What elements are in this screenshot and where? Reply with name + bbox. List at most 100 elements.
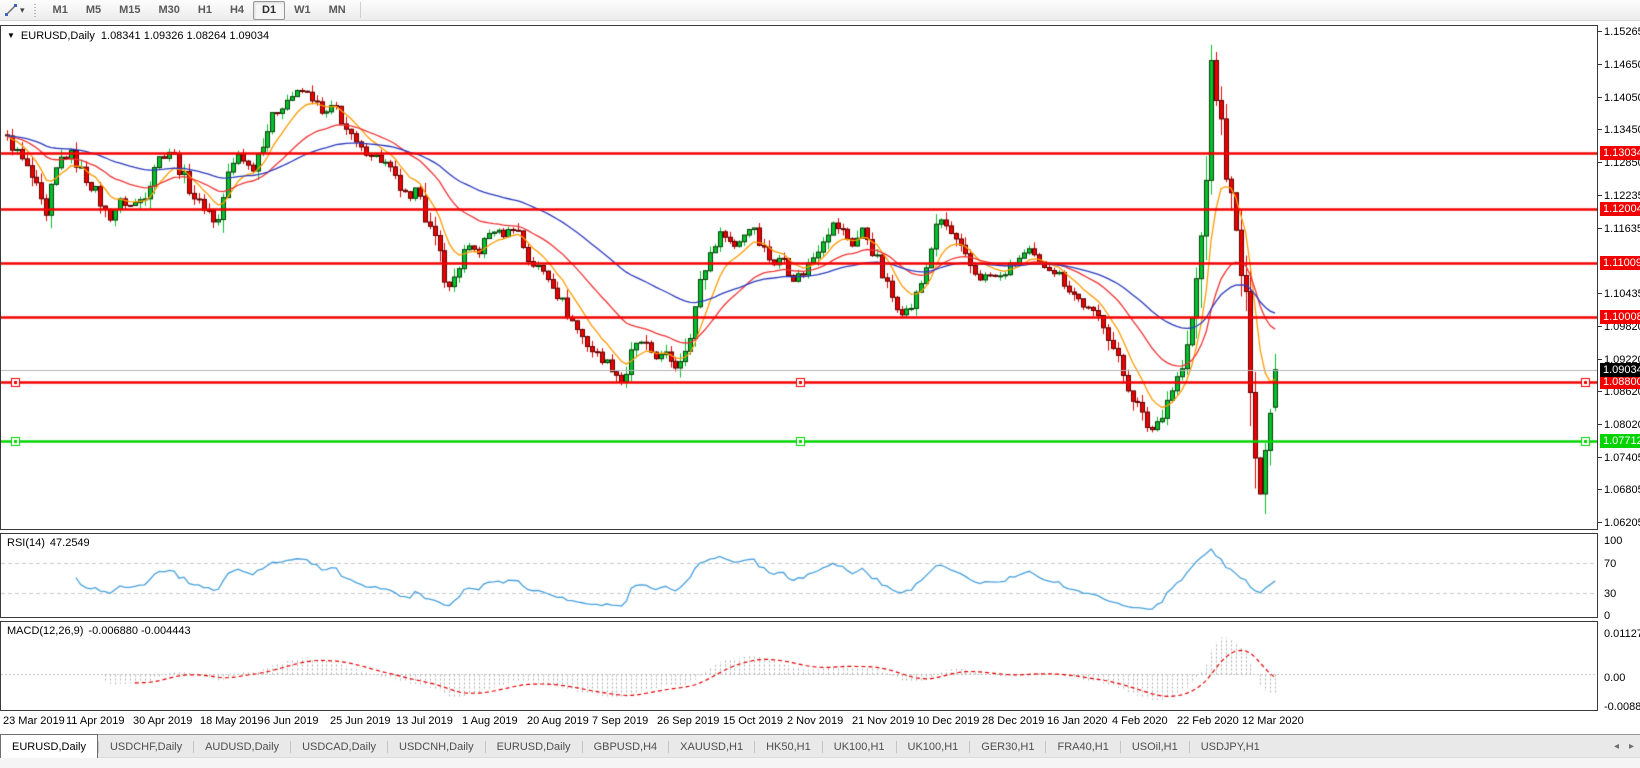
chart-tab-audusd-daily[interactable]: AUDUSD,Daily <box>194 735 290 758</box>
date-axis-label: 18 May 2019 <box>200 715 264 727</box>
trendline-tool-icon <box>4 3 18 17</box>
collapse-triangle-icon: ▼ <box>7 31 15 40</box>
rsi-axis-label: 30 <box>1604 588 1616 601</box>
timeframe-button-row: M1M5M15M30H1H4D1W1MN <box>44 0 355 20</box>
price-axis-tick <box>1598 326 1602 327</box>
timeframe-button-h1[interactable]: H1 <box>189 1 221 20</box>
date-axis-label: 21 Nov 2019 <box>852 715 914 727</box>
date-axis-label: 25 Jun 2019 <box>330 715 391 727</box>
hline-price-badge: 1.12004 <box>1600 202 1640 216</box>
chart-tab-usdcad-daily[interactable]: USDCAD,Daily <box>291 735 387 758</box>
price-axis-label: 1.14050 <box>1604 92 1640 105</box>
timeframe-button-w1[interactable]: W1 <box>285 1 320 20</box>
price-axis-label: 1.06205 <box>1604 517 1640 530</box>
date-axis[interactable]: 23 Mar 201911 Apr 2019 30 Apr 2019 18 May … <box>0 711 1598 734</box>
timeframe-button-m1[interactable]: M1 <box>44 1 77 20</box>
price-axis-tick <box>1598 228 1602 229</box>
date-axis-label: 1 Aug 2019 <box>462 715 518 727</box>
price-axis-tick <box>1598 162 1602 163</box>
price-axis-tick <box>1598 97 1602 98</box>
macd-values: -0.006880 -0.004443 <box>88 625 190 637</box>
price-axis-label: 1.10435 <box>1604 288 1640 301</box>
date-axis-label: 23 Mar 2019 <box>3 715 65 727</box>
date-axis-label: 11 Apr 2019 <box>66 715 125 727</box>
date-axis-label: 20 Aug 2019 <box>527 715 589 727</box>
hline-price-badge: 1.10008 <box>1600 310 1640 324</box>
chart-tab-fra40-h1[interactable]: FRA40,H1 <box>1046 735 1119 758</box>
main-chart-panel: ▼ EURUSD,Daily 1.08341 1.09326 1.08264 1… <box>0 25 1598 530</box>
current-price-badge: 1.09034 <box>1600 363 1640 377</box>
toolbar-separator <box>360 2 361 18</box>
chart-tab-ger30-h1[interactable]: GER30,H1 <box>970 735 1045 758</box>
chart-tab-uk100-h1[interactable]: UK100,H1 <box>823 735 896 758</box>
chart-tab-gbpusd-h4[interactable]: GBPUSD,H4 <box>583 735 669 758</box>
timeframe-button-h4[interactable]: H4 <box>221 1 253 20</box>
status-bar <box>0 757 1640 768</box>
chart-tab-uk100-h1[interactable]: UK100,H1 <box>897 735 970 758</box>
date-axis-label: 2 Nov 2019 <box>787 715 843 727</box>
date-axis-label: 13 Jul 2019 <box>396 715 453 727</box>
price-axis-tick <box>1598 391 1602 392</box>
timeframe-button-m15[interactable]: M15 <box>110 1 149 20</box>
macd-canvas[interactable] <box>1 622 1597 710</box>
chart-tab-eurusd-daily[interactable]: EURUSD,Daily <box>486 735 582 758</box>
macd-axis-label: 0.011277 <box>1604 628 1640 641</box>
date-axis-label: 28 Dec 2019 <box>982 715 1044 727</box>
price-axis-label: 1.07405 <box>1604 452 1640 465</box>
rsi-canvas[interactable] <box>1 534 1597 617</box>
price-axis-tick <box>1598 359 1602 360</box>
timeframe-button-m30[interactable]: M30 <box>150 1 189 20</box>
date-axis-label: 6 Jun 2019 <box>264 715 318 727</box>
macd-axis[interactable]: 0.0112770.00-0.008845 <box>1598 621 1640 711</box>
date-axis-label: 12 Mar 2020 <box>1242 715 1304 727</box>
macd-axis-label: 0.00 <box>1604 672 1625 685</box>
price-axis-label: 1.14650 <box>1604 59 1640 72</box>
chart-tab-eurusd-daily[interactable]: EURUSD,Daily <box>0 734 98 758</box>
date-axis-label: 22 Feb 2020 <box>1177 715 1239 727</box>
chart-title[interactable]: ▼ EURUSD,Daily 1.08341 1.09326 1.08264 1… <box>7 30 269 42</box>
toolbar-grip[interactable] <box>33 3 38 17</box>
date-axis-label: 4 Feb 2020 <box>1112 715 1168 727</box>
hline-price-badge: 1.08800 <box>1600 375 1640 389</box>
rsi-name: RSI(14) <box>7 537 45 549</box>
mt4-window: ▾ M1M5M15M30H1H4D1W1MN ▼ EURUSD,Daily 1.… <box>0 0 1640 768</box>
date-axis-label: 7 Sep 2019 <box>592 715 648 727</box>
chart-tab-xauusd-h1[interactable]: XAUUSD,H1 <box>669 735 754 758</box>
chart-tab-usdjpy-h1[interactable]: USDJPY,H1 <box>1190 735 1271 758</box>
price-axis-label: 1.06805 <box>1604 484 1640 497</box>
timeframe-button-m5[interactable]: M5 <box>77 1 110 20</box>
rsi-axis[interactable]: 10070300 <box>1598 533 1640 618</box>
drawing-tool-button[interactable]: ▾ <box>0 0 29 20</box>
date-axis-label: 26 Sep 2019 <box>657 715 719 727</box>
price-axis-label: 1.08020 <box>1604 419 1640 432</box>
rsi-panel: RSI(14) 47.2549 <box>0 533 1598 618</box>
price-axis[interactable]: 1.152651.146501.140501.134501.128501.122… <box>1598 25 1640 530</box>
price-axis-tick <box>1598 129 1602 130</box>
timeframe-button-d1[interactable]: D1 <box>253 1 285 20</box>
date-axis-label: 16 Jan 2020 <box>1047 715 1108 727</box>
timeframe-button-mn[interactable]: MN <box>320 1 355 20</box>
rsi-axis-label: 100 <box>1604 535 1622 548</box>
chart-tab-usdchf-daily[interactable]: USDCHF,Daily <box>99 735 193 758</box>
tab-scroll-nav: ◂ ▸ <box>1614 735 1634 758</box>
macd-label: MACD(12,26,9) -0.006880 -0.004443 <box>7 625 191 637</box>
date-axis-label: 15 Oct 2019 <box>723 715 783 727</box>
chart-tab-hk50-h1[interactable]: HK50,H1 <box>755 735 822 758</box>
price-axis-tick <box>1598 424 1602 425</box>
tab-scroll-right-icon[interactable]: ▸ <box>1629 741 1634 752</box>
date-axis-label: 10 Dec 2019 <box>917 715 979 727</box>
date-axis-label: 30 Apr 2019 <box>133 715 192 727</box>
price-axis-tick <box>1598 293 1602 294</box>
chart-ohlc-values: 1.08341 1.09326 1.08264 1.09034 <box>101 30 269 42</box>
rsi-value: 47.2549 <box>50 537 90 549</box>
chart-tab-usoil-h1[interactable]: USOil,H1 <box>1121 735 1189 758</box>
price-chart-canvas[interactable] <box>1 26 1597 529</box>
price-axis-label: 1.15265 <box>1604 26 1640 39</box>
price-axis-tick <box>1598 489 1602 490</box>
rsi-label: RSI(14) 47.2549 <box>7 537 90 549</box>
price-axis-tick <box>1598 64 1602 65</box>
tab-scroll-left-icon[interactable]: ◂ <box>1614 741 1619 752</box>
price-axis-tick <box>1598 457 1602 458</box>
chart-tab-usdcnh-daily[interactable]: USDCNH,Daily <box>388 735 485 758</box>
toolbar: ▾ M1M5M15M30H1H4D1W1MN <box>0 0 1640 21</box>
